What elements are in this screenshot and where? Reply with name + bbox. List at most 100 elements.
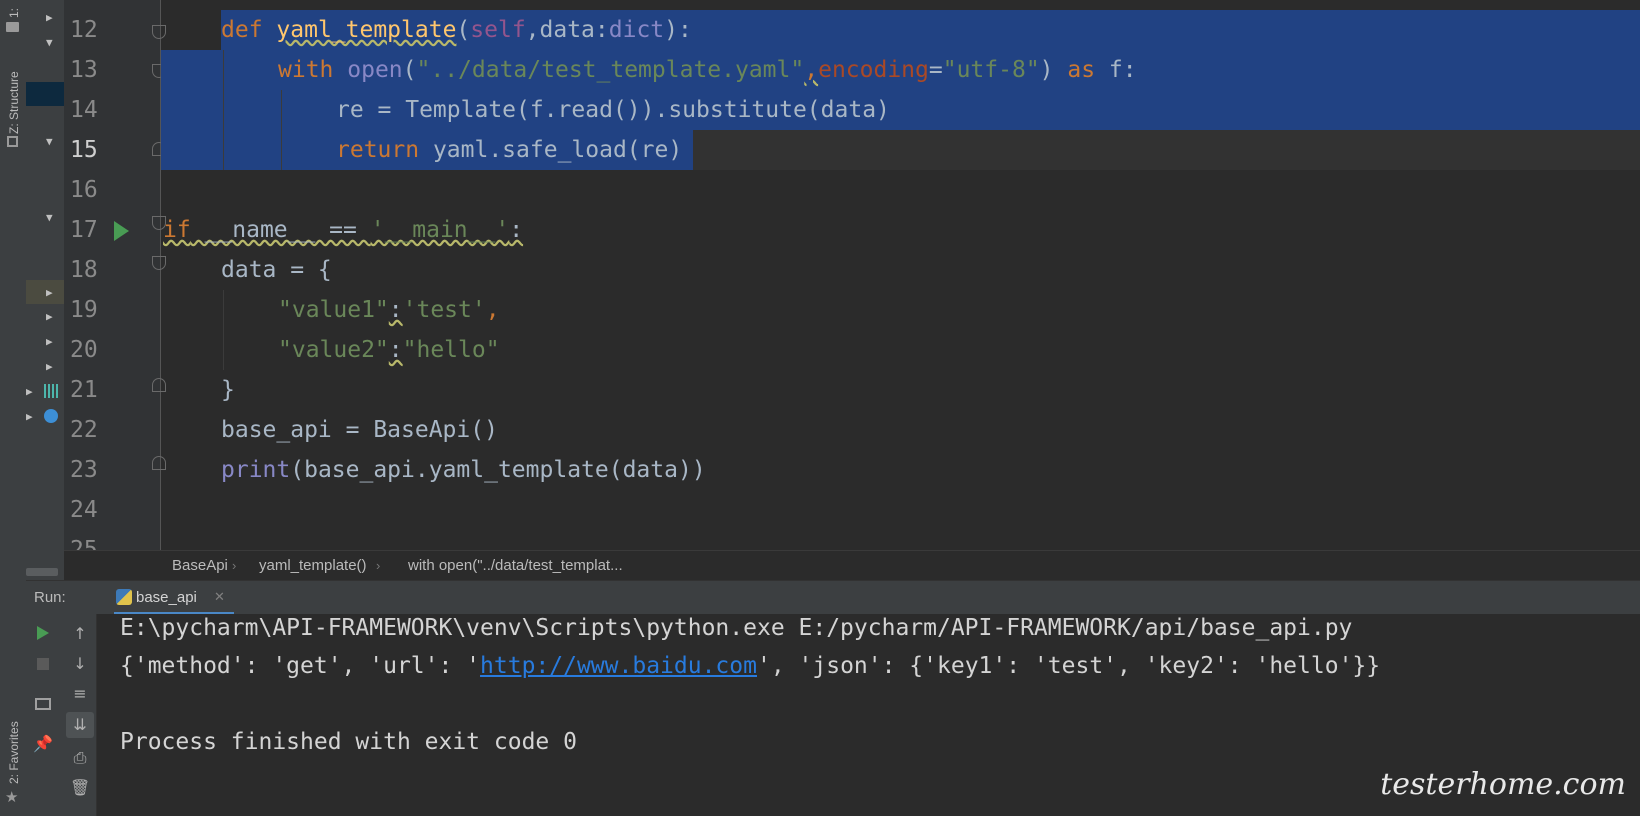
line-number: 23 — [70, 457, 98, 483]
code-token: ,data: — [525, 17, 609, 43]
structure-tool-label: Z: Structure — [7, 71, 21, 134]
breadcrumb-item[interactable]: with open("../data/test_templat... — [408, 551, 623, 581]
code-line-20: "value2":"hello" — [278, 330, 500, 370]
code-token: return — [336, 137, 420, 163]
trash-icon[interactable]: 🗑 — [70, 778, 90, 798]
code-token: print — [221, 457, 291, 483]
code-token: __name__ == — [190, 217, 371, 243]
line-number: 22 — [70, 417, 98, 443]
code-line-15: return yaml.safe_load(re) — [336, 130, 682, 170]
code-token: 'test' — [402, 297, 486, 323]
arrow-down-icon[interactable]: ↓ — [70, 654, 90, 674]
breadcrumb-item[interactable]: yaml_template() — [259, 551, 367, 581]
run-tab-label: base_api — [136, 589, 197, 606]
expand-arrow-icon[interactable]: ▶ — [26, 386, 33, 397]
code-line-14: re = Template(f.read()).substitute(data) — [336, 97, 890, 123]
python-icon — [116, 589, 132, 605]
run-label: Run: — [34, 589, 66, 606]
line-number: 14 — [70, 97, 98, 123]
line-number: 18 — [70, 257, 98, 283]
expand-arrow-icon[interactable]: ▶ — [46, 336, 53, 347]
structure-icon — [7, 136, 18, 147]
line-number-current: 15 — [70, 137, 98, 163]
console-line: {'method': 'get', 'url': 'http://www.bai… — [120, 646, 1380, 686]
soft-wrap-icon[interactable]: ≡ — [70, 684, 90, 704]
collapse-arrow-icon[interactable]: ▼ — [46, 136, 53, 147]
horizontal-scrollbar[interactable] — [26, 568, 58, 576]
structure-tool-button[interactable]: Z: Structure — [3, 56, 23, 148]
line-number: 24 — [70, 497, 98, 523]
line-number: 16 — [70, 177, 98, 203]
code-line-22: base_api = BaseApi() — [221, 417, 498, 443]
code-token: "utf-8" — [942, 57, 1040, 83]
structure-panel: ▶ ▼ ▼ ▼ ▶ ▶ ▶ ▶ ▶ ▶ — [26, 0, 64, 580]
close-icon[interactable]: ✕ — [214, 589, 225, 605]
expand-arrow-icon[interactable]: ▶ — [46, 311, 53, 322]
code-token: self — [470, 17, 526, 43]
code-token: ): — [664, 17, 692, 43]
code-token: : — [388, 337, 403, 363]
code-token: : — [509, 217, 524, 243]
code-line-21: } — [221, 377, 235, 403]
layout-icon[interactable] — [35, 698, 51, 710]
breadcrumb: BaseApi › yaml_template() › with open(".… — [64, 550, 1640, 581]
console-text: {'method': 'get', 'url': ' — [120, 653, 481, 679]
code-token: encoding — [818, 57, 929, 83]
chart-icon[interactable] — [44, 384, 60, 398]
chevron-right-icon: › — [232, 558, 237, 573]
line-number: 25 — [70, 537, 98, 550]
code-line-12: def yaml_template(self,data:dict): — [221, 10, 692, 50]
console-line: E:\pycharm\API-FRAMEWORK\venv\Scripts\py… — [120, 615, 1353, 641]
code-line-19: "value1":'test', — [278, 290, 500, 330]
code-token: = — [928, 57, 943, 83]
rerun-icon[interactable] — [37, 626, 49, 640]
line-number: 17 — [70, 217, 98, 243]
stop-icon[interactable] — [37, 658, 49, 670]
indent-guide — [223, 290, 224, 370]
run-toolbar-secondary: ↑ ↓ ≡ ⇊ ⎙ 🗑 — [64, 614, 97, 816]
structure-selected-row[interactable] — [26, 82, 64, 106]
structure-hover-row[interactable] — [26, 280, 64, 304]
project-tool-button[interactable]: 1: — [3, 2, 23, 36]
console-text: ', 'json': {'key1': 'test', 'key2': 'hel… — [756, 653, 1381, 679]
expand-arrow-icon[interactable]: ▶ — [26, 411, 33, 422]
collapse-arrow-icon[interactable]: ▼ — [46, 212, 53, 223]
favorites-tool-label: 2: Favorites — [7, 721, 21, 784]
code-token: as — [1067, 57, 1096, 83]
expand-arrow-icon[interactable]: ▶ — [46, 12, 53, 23]
project-tool-label: 1: — [7, 7, 21, 18]
line-number: 20 — [70, 337, 98, 363]
code-token: (base_api.yaml_template(data)) — [290, 457, 706, 483]
code-token: def — [221, 17, 263, 43]
code-token: ) — [1039, 57, 1068, 83]
indent-guide — [281, 90, 282, 170]
code-token: open — [347, 57, 403, 83]
line-number: 13 — [70, 57, 98, 83]
pin-icon[interactable]: 📌 — [33, 734, 53, 754]
code-line-23: print(base_api.yaml_template(data)) — [221, 450, 706, 490]
run-gutter-icon[interactable] — [114, 221, 129, 241]
print-icon[interactable]: ⎙ — [70, 748, 90, 768]
code-token: ( — [456, 17, 471, 43]
console-line: Process finished with exit code 0 — [120, 729, 577, 755]
expand-arrow-icon[interactable]: ▶ — [46, 287, 53, 298]
star-icon: ★ — [5, 788, 19, 806]
code-token: if — [163, 217, 191, 243]
arrow-up-icon[interactable]: ↑ — [70, 624, 90, 644]
expand-arrow-icon[interactable]: ▶ — [46, 361, 53, 372]
code-token: dict — [608, 17, 665, 43]
code-line-18: data = { — [221, 257, 332, 283]
code-editor[interactable]: def yaml_template(self,data:dict): with … — [161, 10, 1640, 550]
code-token: , — [485, 297, 500, 323]
tool-window-strip: 1: Z: Structure 2: Favorites ★ — [0, 0, 27, 816]
breadcrumb-item[interactable]: BaseApi — [172, 551, 228, 581]
scroll-to-end-icon[interactable]: ⇊ — [66, 712, 94, 738]
folder-icon — [6, 22, 19, 32]
clock-icon[interactable] — [44, 409, 58, 423]
code-token: with — [278, 57, 334, 83]
collapse-arrow-icon[interactable]: ▼ — [46, 37, 53, 48]
favorites-tool-button[interactable]: 2: Favorites ★ — [3, 700, 23, 806]
code-token: '__main__' — [370, 217, 510, 243]
watermark: testerhome.com — [1380, 767, 1626, 802]
console-link[interactable]: http://www.baidu.com — [480, 653, 757, 679]
